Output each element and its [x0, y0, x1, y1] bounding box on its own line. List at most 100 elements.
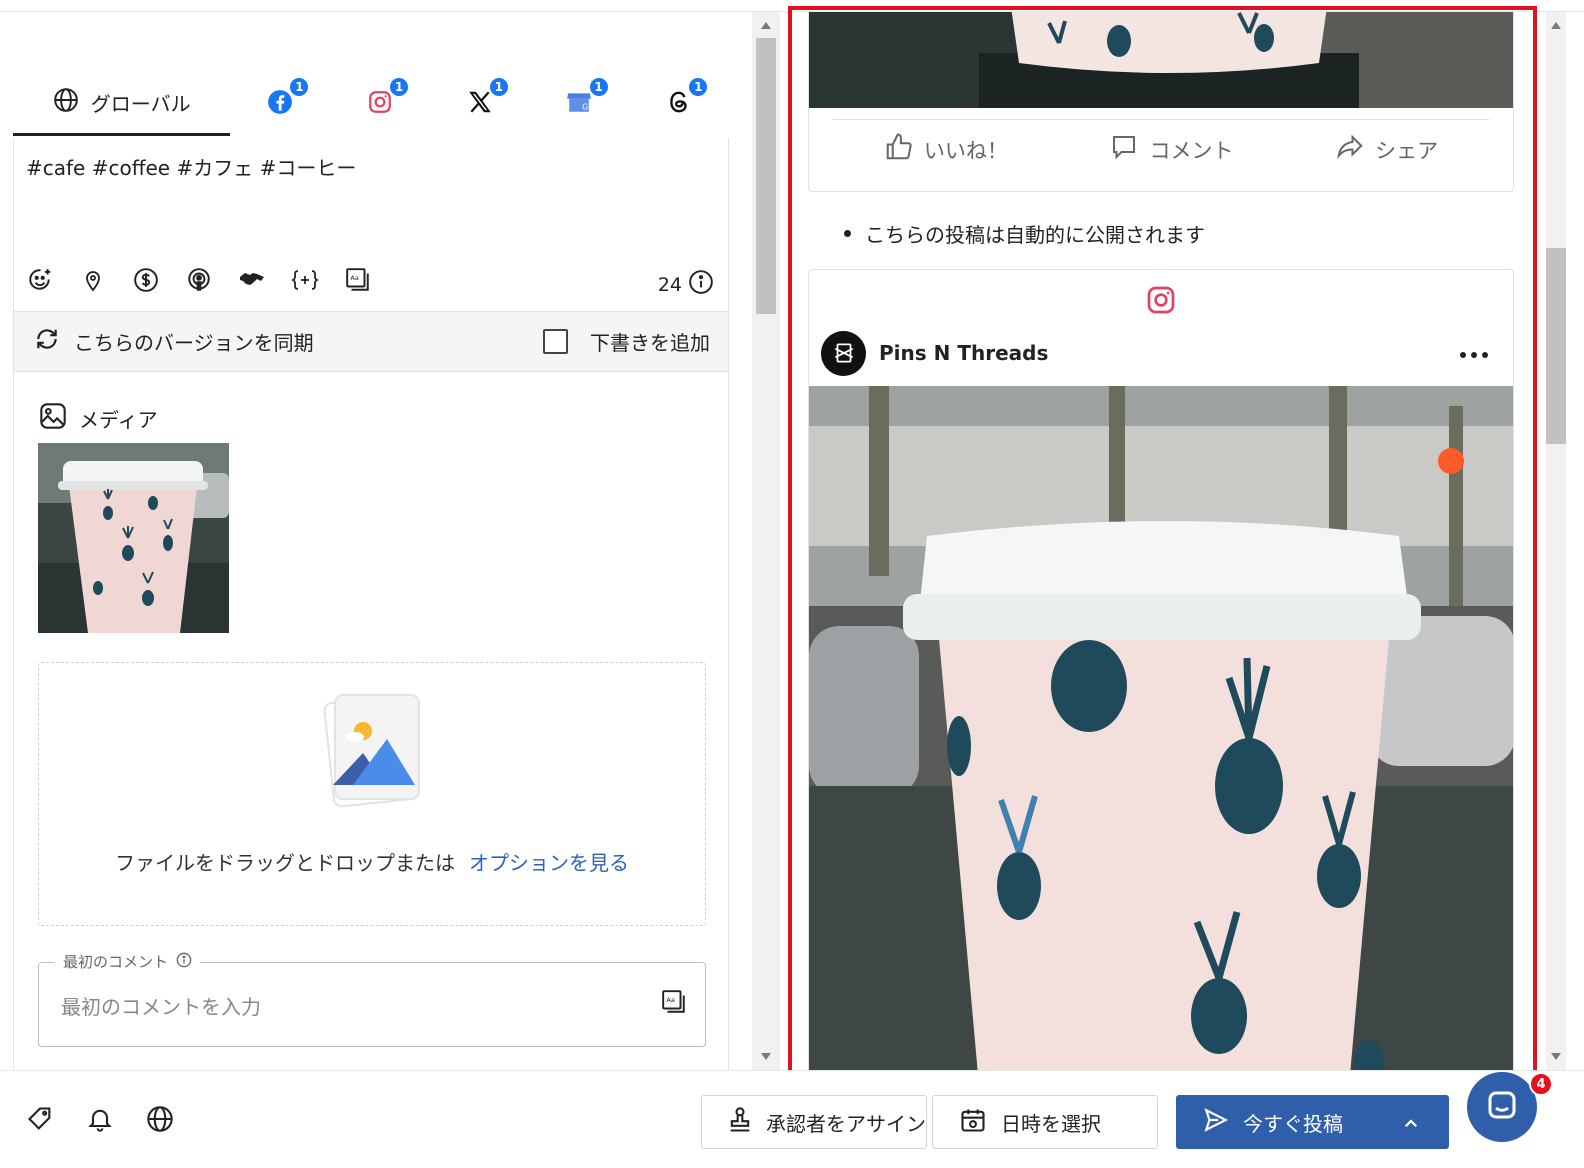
- post-now-label: 今すぐ投稿: [1243, 1111, 1343, 1136]
- sync-icon: [34, 326, 60, 357]
- post-editor[interactable]: #cafe #coffee #カフェ #コーヒー Aa 24: [13, 138, 729, 313]
- select-date-button[interactable]: 日時を選択: [932, 1095, 1158, 1149]
- variable-icon[interactable]: [291, 266, 319, 294]
- upload-illustration-icon: [319, 687, 429, 811]
- editor-panel: グローバル 1 1 1 G 1 1 #cafe #coffee #カフェ #コー…: [0, 12, 752, 1070]
- tab-threads[interactable]: 1: [629, 72, 729, 136]
- chat-icon: [1484, 1087, 1520, 1127]
- chat-badge: 4: [1529, 1072, 1553, 1096]
- tab-facebook-badge: 1: [288, 76, 311, 98]
- top-divider: [0, 0, 1584, 12]
- share-button[interactable]: シェア: [1335, 132, 1438, 167]
- scrollbar-thumb[interactable]: [1546, 248, 1566, 444]
- chevron-up-icon[interactable]: [1402, 1114, 1420, 1138]
- first-comment-field[interactable]: 最初のコメント 最初のコメントを入力 Aa: [38, 951, 706, 1047]
- location-icon[interactable]: [79, 266, 107, 294]
- sync-label: こちらのバージョンを同期: [74, 331, 314, 355]
- instagram-post-header: Pins N Threads: [821, 328, 1503, 378]
- caption-icon[interactable]: Aa: [344, 266, 372, 294]
- tab-facebook[interactable]: 1: [230, 72, 330, 136]
- char-counter: 24: [658, 269, 714, 300]
- see-options-link[interactable]: オプションを見る: [469, 851, 629, 875]
- dropzone-instruction: ファイルをドラッグとドロップまたは: [115, 851, 455, 875]
- sync-bar: こちらのバージョンを同期 下書きを追加: [13, 311, 729, 372]
- svg-text:G: G: [583, 103, 589, 112]
- assign-approver-button[interactable]: 承認者をアサイン: [701, 1095, 927, 1149]
- tab-global[interactable]: グローバル: [13, 72, 231, 136]
- tab-instagram-badge: 1: [388, 76, 411, 98]
- assign-approver-label: 承認者をアサイン: [766, 1111, 926, 1136]
- bullet-dot: [844, 230, 851, 237]
- share-label: シェア: [1375, 138, 1439, 163]
- scroll-down-arrow[interactable]: [1551, 1053, 1561, 1060]
- media-label: メディア: [79, 408, 158, 432]
- globe-icon[interactable]: [146, 1105, 174, 1137]
- instagram-icon: [367, 89, 393, 119]
- preview-panel: いいね！ コメント シェア こちらの投稿は自動的に公開されます Pins N T…: [780, 12, 1546, 1070]
- media-heading: メディア: [39, 402, 158, 435]
- instagram-preview-image: [809, 386, 1513, 1070]
- comment-button[interactable]: コメント: [1109, 132, 1233, 167]
- thumbs-up-icon: [884, 132, 914, 167]
- first-comment-label: 最初のコメント: [63, 953, 169, 971]
- tab-x[interactable]: 1: [430, 72, 530, 136]
- tab-global-label: グローバル: [90, 92, 191, 116]
- more-options-icon[interactable]: [1459, 344, 1489, 363]
- draft-label: 下書きを追加: [590, 331, 710, 355]
- scroll-up-arrow[interactable]: [1551, 22, 1561, 29]
- stamp-icon: [726, 1106, 754, 1139]
- scroll-down-arrow[interactable]: [761, 1053, 771, 1060]
- select-date-label: 日時を選択: [1001, 1111, 1101, 1136]
- media-thumbnail[interactable]: [38, 443, 229, 633]
- auto-publish-text: こちらの投稿は自動的に公開されます: [865, 223, 1205, 247]
- globe-icon: [53, 87, 79, 118]
- podcast-icon[interactable]: [185, 266, 213, 294]
- tab-threads-badge: 1: [687, 76, 710, 98]
- tab-instagram[interactable]: 1: [330, 72, 430, 136]
- handshake-icon[interactable]: [238, 266, 266, 294]
- avatar: [821, 330, 866, 376]
- tab-google-business[interactable]: G 1: [530, 72, 630, 136]
- like-button[interactable]: いいね！: [884, 132, 1008, 167]
- instagram-icon: [1145, 284, 1177, 320]
- editor-scrollbar[interactable]: [752, 12, 780, 1070]
- like-label: いいね！: [923, 138, 1008, 163]
- dollar-icon[interactable]: [132, 266, 160, 294]
- editor-toolbar: Aa: [26, 266, 372, 294]
- tab-x-badge: 1: [487, 76, 510, 98]
- image-icon: [39, 402, 67, 435]
- chat-launcher-button[interactable]: [1467, 1072, 1537, 1142]
- first-comment-placeholder[interactable]: 最初のコメントを入力: [61, 991, 261, 1020]
- media-dropzone[interactable]: ファイルをドラッグとドロップまたは オプションを見る: [38, 662, 706, 926]
- facebook-preview-card: いいね！ コメント シェア: [808, 12, 1514, 192]
- media-section: メディア ファイルをドラッグとドロップまたは オプションを見る 最初のコメント …: [13, 372, 729, 1070]
- sync-version-button[interactable]: こちらのバージョンを同期: [34, 326, 314, 357]
- caption-icon[interactable]: Aa: [661, 989, 687, 1019]
- add-draft-option[interactable]: 下書きを追加: [543, 327, 710, 356]
- char-count-value: 24: [657, 273, 682, 296]
- scrollbar-thumb[interactable]: [756, 38, 776, 314]
- post-text[interactable]: #cafe #coffee #カフェ #コーヒー: [26, 152, 356, 181]
- network-tabs: グローバル 1 1 1 G 1 1: [13, 72, 729, 138]
- dropzone-text: ファイルをドラッグとドロップまたは オプションを見る: [39, 847, 705, 876]
- scroll-up-arrow[interactable]: [761, 22, 771, 29]
- preview-scrollbar[interactable]: [1546, 12, 1566, 1070]
- calendar-icon: [959, 1106, 987, 1139]
- share-icon: [1335, 132, 1365, 167]
- emoji-icon[interactable]: [26, 266, 54, 294]
- draft-checkbox[interactable]: [543, 329, 568, 354]
- info-icon[interactable]: [176, 952, 192, 972]
- facebook-actions: いいね！ コメント シェア: [833, 119, 1489, 179]
- x-icon: [467, 89, 493, 119]
- instagram-preview-card: Pins N Threads: [808, 269, 1514, 1070]
- bottom-icon-group: [26, 1105, 174, 1137]
- bell-icon[interactable]: [86, 1105, 114, 1137]
- facebook-preview-image: [809, 12, 1513, 108]
- post-now-button[interactable]: 今すぐ投稿: [1176, 1095, 1449, 1149]
- first-comment-legend: 最初のコメント: [55, 951, 201, 972]
- instagram-account-name: Pins N Threads: [879, 341, 1049, 365]
- tab-google-business-badge: 1: [587, 76, 610, 98]
- tag-icon[interactable]: [26, 1105, 54, 1137]
- info-icon[interactable]: [688, 269, 714, 300]
- svg-text:Aa: Aa: [350, 274, 358, 282]
